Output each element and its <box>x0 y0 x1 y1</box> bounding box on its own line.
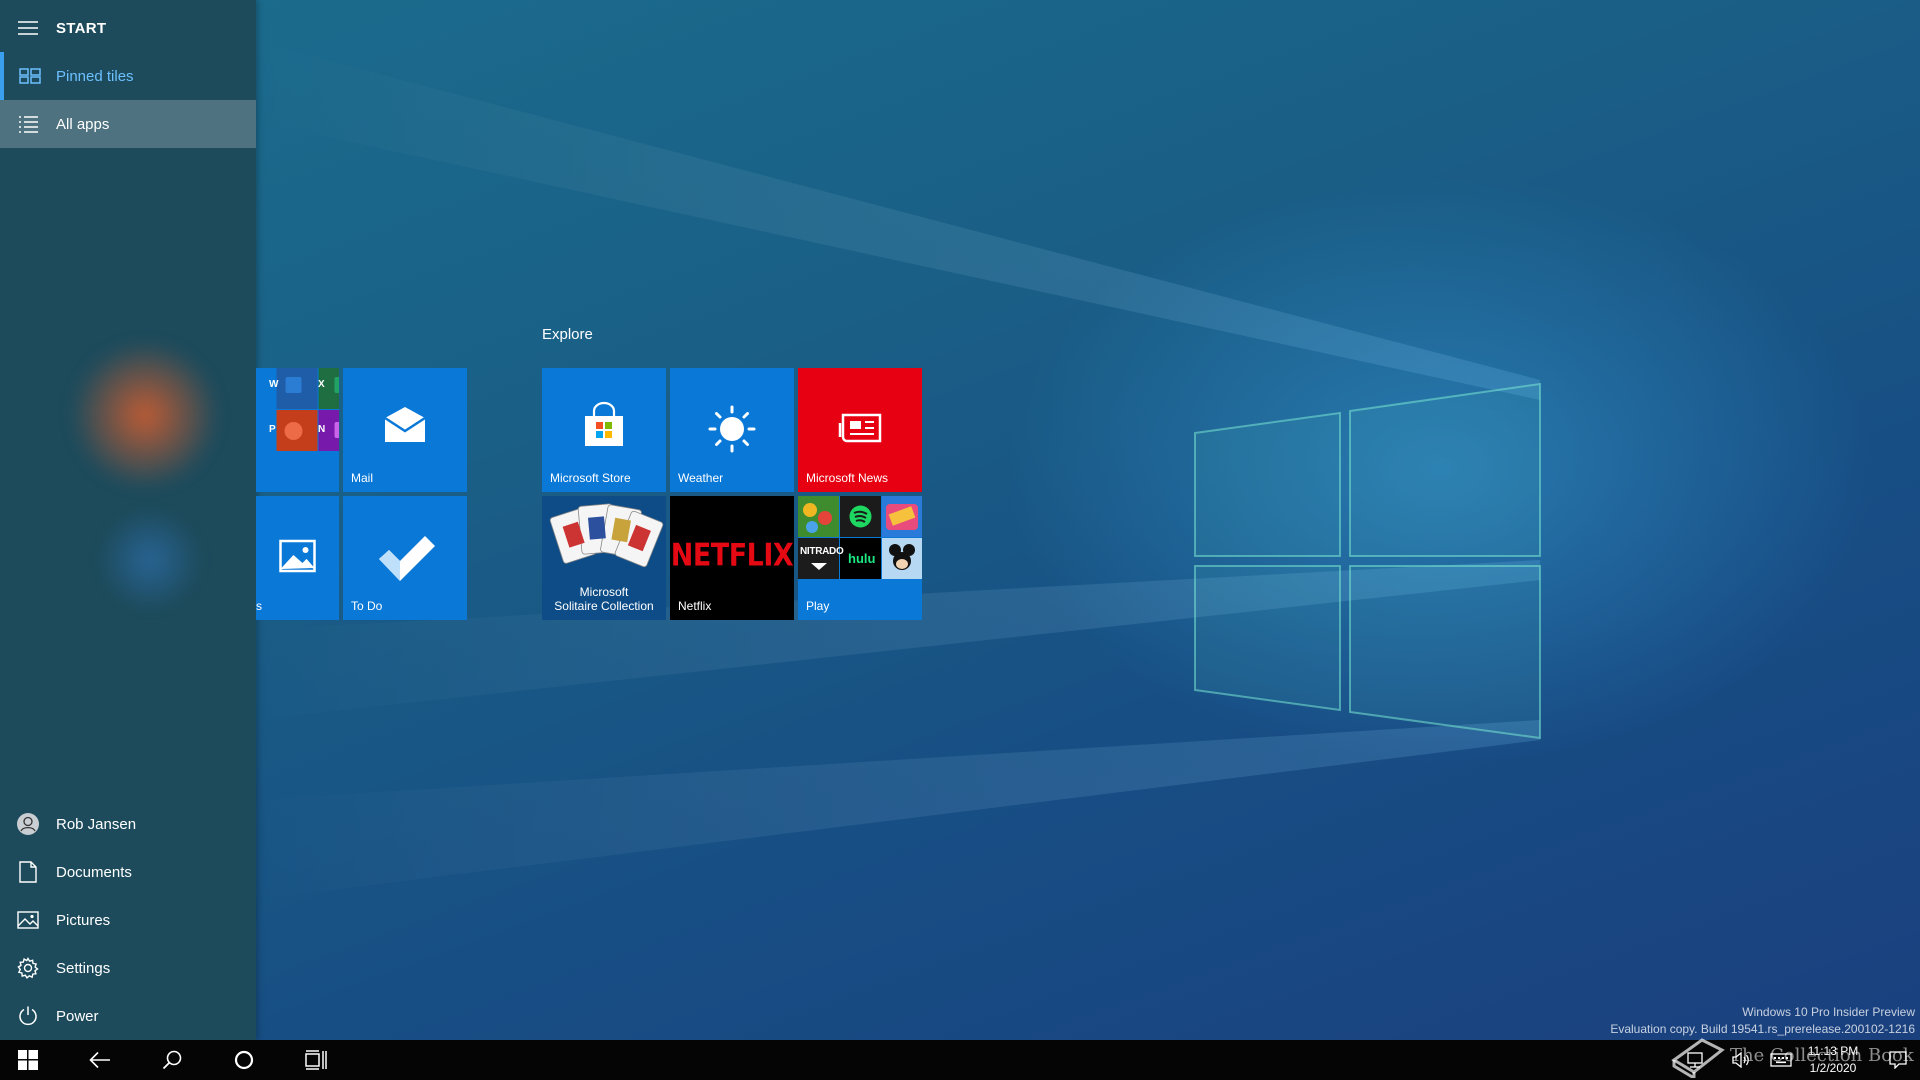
power-label: Power <box>56 1007 99 1025</box>
user-account-button[interactable]: Rob Jansen <box>0 800 256 848</box>
photos-icon <box>279 539 316 573</box>
tile-group-title-explore[interactable]: Explore <box>542 326 593 343</box>
start-button[interactable] <box>0 1040 56 1080</box>
tile-weather-label: Weather <box>678 471 724 485</box>
watermark-line1: Windows 10 Pro Insider Preview <box>1742 1005 1915 1019</box>
book-logo-icon <box>1671 1038 1725 1078</box>
hamburger-menu-icon <box>0 4 56 52</box>
task-view-button[interactable] <box>288 1040 344 1080</box>
settings-button[interactable]: Settings <box>0 944 256 992</box>
tiles-icon <box>4 52 56 100</box>
tile-solitaire-label-line2: Solitaire Collection <box>554 599 654 613</box>
tile-todo-label: To Do <box>351 599 383 613</box>
tile-play[interactable]: NITRADO hulu Play <box>798 496 922 620</box>
nav-pinned-tiles[interactable]: Pinned tiles <box>0 52 256 100</box>
picture-icon <box>0 896 56 944</box>
avatar-icon <box>0 800 56 848</box>
office-letter-w: W <box>269 379 279 390</box>
search-icon <box>162 1050 182 1070</box>
tile-play-label: Play <box>806 599 830 613</box>
hulu-logo: hulu <box>848 551 876 566</box>
tile-mail-label: Mail <box>351 471 374 485</box>
search-button[interactable] <box>144 1040 200 1080</box>
overlay-watermark-text: The Collection Book <box>1730 1045 1914 1066</box>
task-view-icon <box>305 1050 327 1070</box>
watermark-line2: Evaluation copy. Build 19541.rs_prerelea… <box>1610 1022 1915 1036</box>
tile-mail[interactable]: Mail <box>343 368 467 492</box>
tile-microsoft-store-label: Microsoft Store <box>550 471 631 485</box>
gear-icon <box>0 944 56 992</box>
start-menu-expand-button[interactable]: START <box>0 4 256 52</box>
tile-microsoft-store[interactable]: Microsoft Store <box>542 368 666 492</box>
start-menu-rail: START Pinned tiles All apps Rob Jansen D… <box>0 0 256 1040</box>
windows-logo-icon <box>18 1050 38 1070</box>
start-title: START <box>56 19 107 37</box>
office-letter-x: X <box>318 379 325 390</box>
tile-solitaire-label-line1: Microsoft <box>579 585 629 599</box>
tile-office[interactable]: W X P N <box>256 368 339 492</box>
cortana-button[interactable] <box>216 1040 272 1080</box>
user-name: Rob Jansen <box>56 815 137 833</box>
cortana-circle-icon <box>234 1050 254 1070</box>
power-icon <box>0 992 56 1040</box>
tile-photos-label: s <box>256 599 262 613</box>
netflix-logo: NETFLIX <box>670 537 794 574</box>
documents-label: Documents <box>56 863 132 881</box>
nitrado-logo: NITRADO <box>800 546 844 557</box>
tile-todo[interactable]: To Do <box>343 496 467 620</box>
tile-netflix-label: Netflix <box>678 599 712 613</box>
tile-microsoft-news-label: Microsoft News <box>806 471 889 485</box>
tile-microsoft-news[interactable]: Microsoft News <box>798 368 922 492</box>
taskbar: 11:13 PM 1/2/2020 <box>0 1040 1920 1080</box>
documents-button[interactable]: Documents <box>0 848 256 896</box>
evaluation-watermark: Windows 10 Pro Insider Preview Evaluatio… <box>1610 1004 1915 1038</box>
tile-netflix[interactable]: NETFLIX Netflix <box>670 496 794 620</box>
nav-pinned-tiles-label: Pinned tiles <box>56 67 134 85</box>
tile-solitaire[interactable]: Microsoft Solitaire Collection <box>542 496 666 620</box>
back-button[interactable] <box>72 1040 128 1080</box>
document-icon <box>0 848 56 896</box>
blurred-background-blue <box>95 510 205 610</box>
list-icon <box>0 100 56 148</box>
office-letter-n: N <box>318 424 326 435</box>
power-button[interactable]: Power <box>0 992 256 1040</box>
nav-all-apps-label: All apps <box>56 115 110 133</box>
office-letter-p: P <box>269 424 276 435</box>
pictures-button[interactable]: Pictures <box>0 896 256 944</box>
windows-logo-wallpaper <box>1194 382 1541 740</box>
tile-weather[interactable]: Weather <box>670 368 794 492</box>
nav-all-apps[interactable]: All apps <box>0 100 256 148</box>
blurred-background-orange <box>70 340 220 490</box>
back-arrow-icon <box>89 1051 110 1069</box>
tile-photos[interactable]: s <box>256 496 339 620</box>
pictures-label: Pictures <box>56 911 111 929</box>
settings-label: Settings <box>56 959 111 977</box>
